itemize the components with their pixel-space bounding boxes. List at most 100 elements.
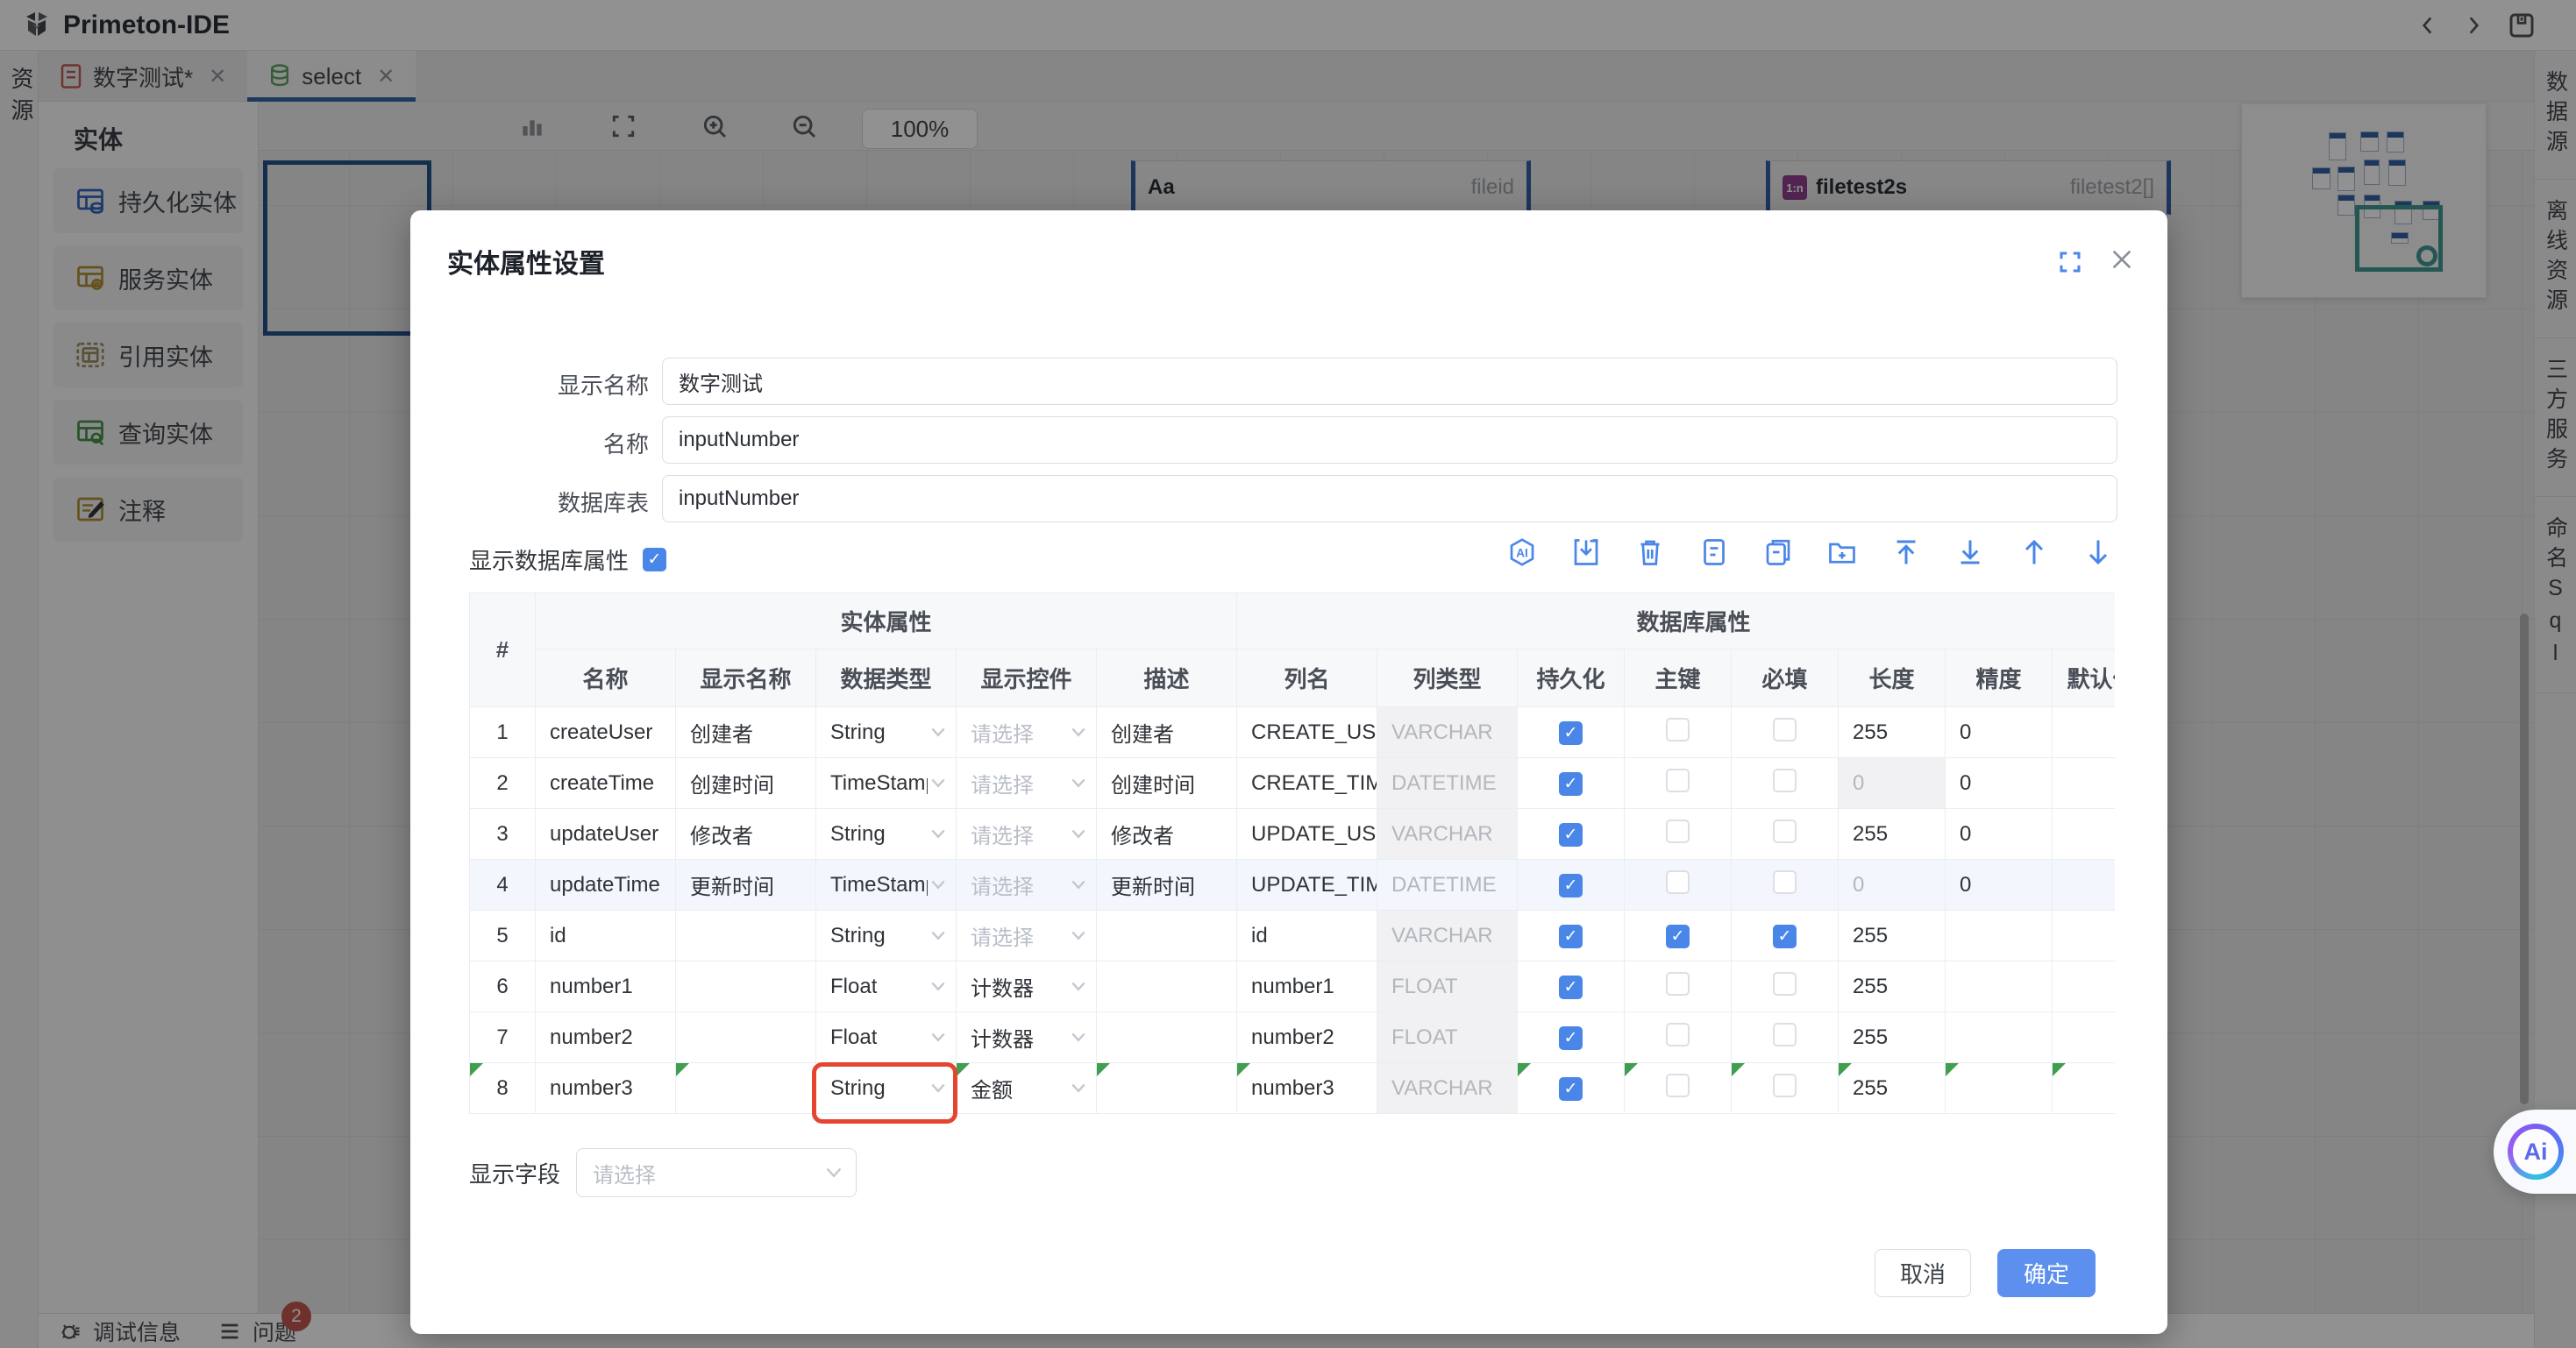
attr-name-cell[interactable]: number3 [536,1063,676,1114]
cancel-button[interactable]: 取消 [1875,1249,1971,1297]
attr-name-cell[interactable]: number2 [536,1012,676,1063]
precision-cell[interactable]: 0 [1946,809,2053,860]
persist-checkbox[interactable]: ✓ [1518,961,1625,1012]
attr-display-name-cell[interactable] [676,961,816,1012]
copy-icon[interactable] [1762,536,1794,568]
default-value-cell[interactable] [2053,860,2115,911]
required-checkbox[interactable] [1732,860,1839,911]
move-top-icon[interactable] [1890,536,1922,568]
primary-key-checkbox[interactable] [1625,758,1732,809]
attr-description-cell[interactable] [1097,1012,1237,1063]
attr-display-name-cell[interactable]: 修改者 [676,809,816,860]
data-type-select[interactable]: Float [816,1012,957,1063]
primary-key-checkbox[interactable] [1625,809,1732,860]
document-icon[interactable] [1698,536,1730,568]
attr-display-name-cell[interactable]: 创建者 [676,707,816,758]
persist-checkbox[interactable]: ✓ [1518,758,1625,809]
required-checkbox[interactable] [1732,809,1839,860]
length-cell[interactable]: 255 [1839,1012,1946,1063]
precision-cell[interactable] [1946,1012,2053,1063]
display-field-select[interactable]: 请选择 [576,1148,857,1197]
precision-cell[interactable]: 0 [1946,707,2053,758]
persist-checkbox[interactable]: ✓ [1518,911,1625,961]
close-dialog-icon[interactable] [2108,245,2136,273]
db-table-input[interactable] [662,475,2117,522]
display-control-select[interactable]: 请选择 [957,758,1097,809]
data-type-select[interactable]: TimeStamp [816,860,957,911]
delete-icon[interactable] [1634,536,1666,568]
move-bottom-icon[interactable] [1954,536,1986,568]
maximize-icon[interactable] [2057,249,2083,275]
persist-checkbox[interactable]: ✓ [1518,809,1625,860]
default-value-cell[interactable] [2053,1063,2115,1114]
primary-key-checkbox[interactable] [1625,860,1732,911]
length-cell[interactable]: 255 [1839,707,1946,758]
data-type-select[interactable]: String [816,809,957,860]
ai-generate-icon[interactable]: AI [1506,536,1538,568]
data-type-select[interactable]: String [816,707,957,758]
default-value-cell[interactable] [2053,758,2115,809]
display-name-input[interactable] [662,358,2117,405]
precision-cell[interactable]: 0 [1946,758,2053,809]
default-value-cell[interactable] [2053,961,2115,1012]
persist-checkbox[interactable]: ✓ [1518,707,1625,758]
length-cell[interactable]: 0 [1839,860,1946,911]
length-cell[interactable]: 255 [1839,961,1946,1012]
required-checkbox[interactable] [1732,1012,1839,1063]
move-up-icon[interactable] [2018,536,2050,568]
persist-checkbox[interactable]: ✓ [1518,1063,1625,1114]
primary-key-checkbox[interactable]: ✓ [1625,911,1732,961]
attr-description-cell[interactable] [1097,911,1237,961]
required-checkbox[interactable] [1732,758,1839,809]
attr-description-cell[interactable]: 更新时间 [1097,860,1237,911]
data-type-select[interactable]: TimeStamp [816,758,957,809]
column-name-cell[interactable]: number3 [1237,1063,1377,1114]
attr-description-cell[interactable]: 修改者 [1097,809,1237,860]
column-name-cell[interactable]: id [1237,911,1377,961]
default-value-cell[interactable] [2053,911,2115,961]
attr-name-cell[interactable]: updateUser [536,809,676,860]
display-control-select[interactable]: 计数器 [957,961,1097,1012]
length-cell[interactable]: 0 [1839,758,1946,809]
attr-name-cell[interactable]: id [536,911,676,961]
precision-cell[interactable]: 0 [1946,860,2053,911]
show-db-props-checkbox[interactable]: ✓ [643,548,666,571]
primary-key-checkbox[interactable] [1625,961,1732,1012]
persist-checkbox[interactable]: ✓ [1518,1012,1625,1063]
name-input[interactable] [662,416,2117,464]
insert-row-icon[interactable] [1570,536,1602,568]
default-value-cell[interactable] [2053,1012,2115,1063]
attr-name-cell[interactable]: number1 [536,961,676,1012]
length-cell[interactable]: 255 [1839,911,1946,961]
display-control-select[interactable]: 请选择 [957,860,1097,911]
attr-name-cell[interactable]: createUser [536,707,676,758]
primary-key-checkbox[interactable] [1625,707,1732,758]
precision-cell[interactable] [1946,961,2053,1012]
add-group-icon[interactable] [1826,536,1858,568]
attr-name-cell[interactable]: createTime [536,758,676,809]
required-checkbox[interactable] [1732,1063,1839,1114]
display-control-select[interactable]: 请选择 [957,911,1097,961]
column-name-cell[interactable]: number2 [1237,1012,1377,1063]
column-name-cell[interactable]: number1 [1237,961,1377,1012]
ai-assistant-button[interactable]: Ai [2494,1110,2576,1194]
display-control-select[interactable]: 请选择 [957,707,1097,758]
data-type-select[interactable]: Float [816,961,957,1012]
column-name-cell[interactable]: UPDATE_TIME [1237,860,1377,911]
precision-cell[interactable] [1946,1063,2053,1114]
column-name-cell[interactable]: UPDATE_USER [1237,809,1377,860]
attr-name-cell[interactable]: updateTime [536,860,676,911]
default-value-cell[interactable] [2053,809,2115,860]
column-name-cell[interactable]: CREATE_USER [1237,707,1377,758]
default-value-cell[interactable] [2053,707,2115,758]
attr-display-name-cell[interactable]: 创建时间 [676,758,816,809]
primary-key-checkbox[interactable] [1625,1012,1732,1063]
display-control-select[interactable]: 计数器 [957,1012,1097,1063]
display-control-select[interactable]: 金额 [957,1063,1097,1114]
attr-display-name-cell[interactable] [676,911,816,961]
move-down-icon[interactable] [2082,536,2114,568]
confirm-button[interactable]: 确定 [1997,1249,2096,1297]
required-checkbox[interactable] [1732,707,1839,758]
attr-description-cell[interactable] [1097,961,1237,1012]
attr-description-cell[interactable]: 创建时间 [1097,758,1237,809]
